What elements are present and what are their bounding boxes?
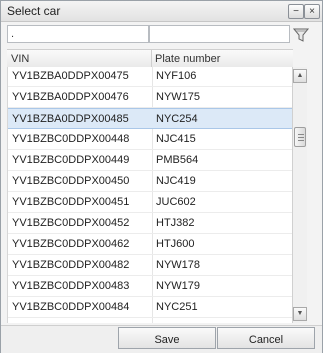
table-row[interactable]: YV1BZBC0DDPX00483 NYW179 [8, 276, 294, 297]
dialog-footer: Save Cancel [1, 325, 322, 353]
vin-cell: YV1BZBC0DDPX00462 [12, 238, 130, 250]
table-row[interactable]: YV1BZBC0DDPX00484 NYC251 [8, 297, 294, 318]
vin-cell: YV1BZBC0DDPX00449 [12, 154, 130, 166]
grid-body: YV1BZBA0DDPX00475 NYF106 YV1BZBA0DDPX00476… [7, 67, 294, 323]
close-button[interactable]: × [304, 4, 320, 19]
table-row[interactable]: YV1BZBA0DDPX00475 NYF106 [8, 67, 294, 87]
vin-cell: YV1BZBA0DDPX00475 [12, 70, 129, 82]
vertical-scrollbar[interactable]: ▲ ▼ [292, 67, 307, 323]
table-row[interactable]: YV1BZBC0DDPX00448 NJC415 [8, 129, 294, 150]
scroll-up-button[interactable]: ▲ [293, 69, 307, 83]
table-row[interactable]: YV1BZBC0DDPX00450 NJC419 [8, 171, 294, 192]
cancel-button[interactable]: Cancel [217, 327, 315, 349]
table-row[interactable]: YV1BZBC0DDPX00451 JUC602 [8, 192, 294, 213]
vin-cell: YV1BZBC0DDPX00484 [12, 301, 130, 313]
plate-cell: NYC251 [156, 301, 198, 313]
vin-cell: YV1BZBC0DDPX00452 [12, 217, 130, 229]
plate-cell: HTJ600 [156, 238, 195, 250]
vin-filter-input[interactable] [7, 25, 149, 43]
select-car-dialog: Select car − × VIN Plate number YV1BZBA0… [0, 0, 323, 353]
vin-cell: YV1BZBC0DDPX00448 [12, 133, 130, 145]
minimize-button[interactable]: − [288, 4, 304, 19]
table-row[interactable]: YV1BZBC0DDPX00452 HTJ382 [8, 213, 294, 234]
vin-cell: YV1BZBC0DDPX00451 [12, 196, 130, 208]
plate-cell: NYW179 [156, 280, 201, 292]
column-separator[interactable] [151, 50, 152, 68]
column-header-vin[interactable]: VIN [11, 53, 29, 65]
vin-cell: YV1BZBA0DDPX00485 [12, 113, 129, 125]
plate-filter-input[interactable] [149, 25, 290, 43]
table-row[interactable]: YV1BZBC0DDPX00449 PMB564 [8, 150, 294, 171]
vin-cell: YV1BZBC0DDPX00483 [12, 280, 130, 292]
dialog-title: Select car [7, 4, 61, 18]
plate-cell: HTJ382 [156, 217, 195, 229]
table-row[interactable]: YV1BZBC0DDPX00482 NYW178 [8, 255, 294, 276]
vin-cell: YV1BZBA0DDPX00476 [12, 91, 129, 103]
scroll-thumb[interactable] [294, 127, 306, 147]
plate-cell: NYW178 [156, 259, 201, 271]
vin-cell: YV1BZBC0DDPX00482 [12, 259, 130, 271]
filter-icon[interactable] [293, 27, 309, 43]
table-row[interactable]: YV1BZBC0DDPX00462 HTJ600 [8, 234, 294, 255]
plate-cell: NYW175 [156, 91, 201, 103]
title-bar[interactable]: Select car − × [1, 1, 322, 22]
plate-cell: JUC602 [156, 196, 196, 208]
save-button[interactable]: Save [118, 327, 216, 349]
table-row[interactable]: YV1BZBA0DDPX00476 NYW175 [8, 87, 294, 108]
scroll-down-button[interactable]: ▼ [293, 307, 307, 321]
plate-cell: NYC254 [156, 113, 198, 125]
grid-header: VIN Plate number [7, 49, 293, 69]
plate-cell: NJC415 [156, 133, 196, 145]
vin-cell: YV1BZBC0DDPX00450 [12, 175, 130, 187]
column-header-plate[interactable]: Plate number [155, 53, 220, 65]
plate-cell: NJC419 [156, 175, 196, 187]
table-row-selected[interactable]: YV1BZBA0DDPX00485 NYC254 [8, 108, 294, 129]
plate-cell: NYF106 [156, 70, 197, 82]
filter-row [7, 25, 317, 47]
plate-cell: PMB564 [156, 154, 199, 166]
